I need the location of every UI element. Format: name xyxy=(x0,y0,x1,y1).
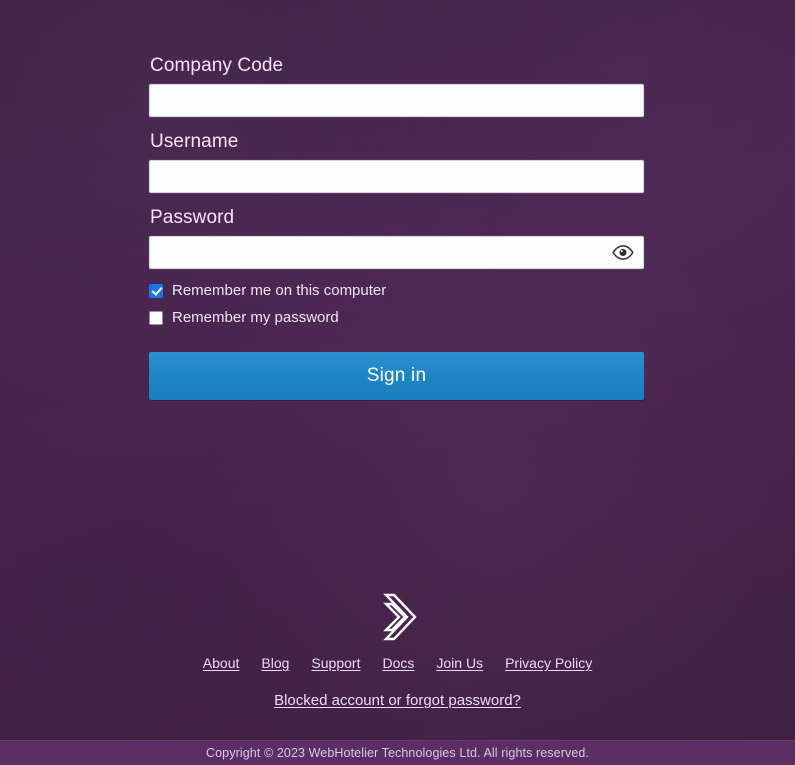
company-code-label: Company Code xyxy=(150,55,284,76)
remember-computer-row[interactable]: Remember me on this computer xyxy=(149,282,644,300)
remember-computer-checkbox[interactable] xyxy=(149,284,163,298)
username-input[interactable] xyxy=(149,160,644,193)
password-input[interactable] xyxy=(149,236,644,269)
remember-password-checkbox[interactable] xyxy=(149,311,163,325)
remember-password-row[interactable]: Remember my password xyxy=(149,309,644,327)
page-footer: About Blog Support Docs Join Us Privacy … xyxy=(0,592,795,710)
footer-links: About Blog Support Docs Join Us Privacy … xyxy=(0,655,795,671)
copyright-bar: Copyright © 2023 WebHotelier Technologie… xyxy=(0,740,795,765)
footer-link-join-us[interactable]: Join Us xyxy=(436,655,483,671)
double-chevron-logo xyxy=(382,593,417,641)
password-input-wrapper xyxy=(149,236,644,269)
username-label: Username xyxy=(150,131,239,152)
copyright-text: Copyright © 2023 WebHotelier Technologie… xyxy=(205,746,589,760)
footer-link-blog[interactable]: Blog xyxy=(261,655,289,671)
sign-in-button[interactable]: Sign in xyxy=(149,352,644,400)
login-page: Company Code Username Password Remember … xyxy=(0,0,795,765)
remember-computer-label[interactable]: Remember me on this computer xyxy=(172,282,386,300)
company-code-input[interactable] xyxy=(149,84,644,117)
password-field-group: Password xyxy=(149,206,644,269)
remember-password-label[interactable]: Remember my password xyxy=(172,309,339,327)
username-field-group: Username xyxy=(149,130,644,193)
footer-link-privacy-policy[interactable]: Privacy Policy xyxy=(505,655,592,671)
password-label: Password xyxy=(150,207,235,228)
eye-icon[interactable] xyxy=(610,242,636,264)
login-form: Company Code Username Password Remember … xyxy=(149,54,644,400)
blocked-account-link[interactable]: Blocked account or forgot password? xyxy=(274,692,521,709)
footer-link-docs[interactable]: Docs xyxy=(382,655,414,671)
company-code-field-group: Company Code xyxy=(149,54,644,117)
footer-link-support[interactable]: Support xyxy=(311,655,360,671)
footer-link-about[interactable]: About xyxy=(203,655,240,671)
